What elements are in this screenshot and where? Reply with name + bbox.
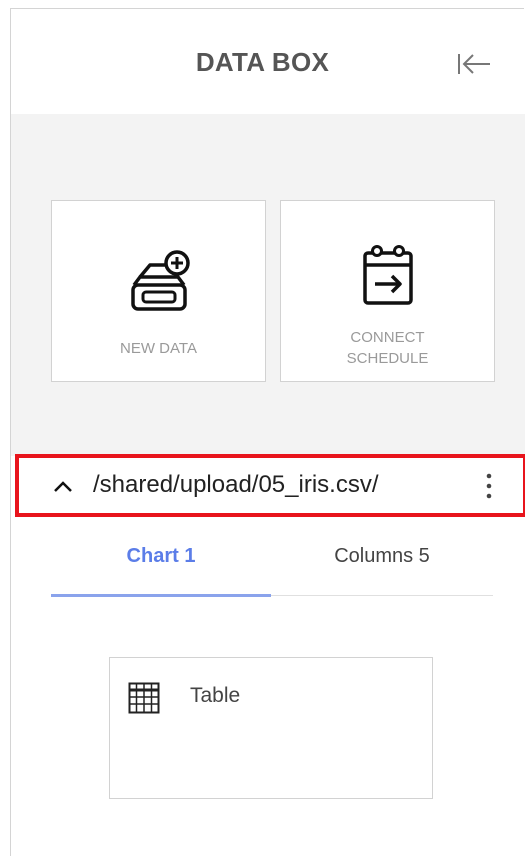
kebab-menu-icon[interactable]: [479, 470, 499, 502]
connect-schedule-button[interactable]: CONNECT SCHEDULE: [280, 200, 495, 382]
panel-header: DATA BOX: [11, 9, 525, 114]
data-box-panel: DATA BOX NEW DATA CONNECT SCHEDULE /shar…: [10, 8, 525, 856]
chart-item-table[interactable]: Table: [109, 657, 433, 799]
panel-title: DATA BOX: [195, 47, 330, 77]
dataset-path-row[interactable]: /shared/upload/05_iris.csv/: [15, 454, 525, 517]
collapse-left-icon[interactable]: [454, 49, 494, 79]
connect-schedule-label: CONNECT SCHEDULE: [281, 327, 494, 369]
new-data-label: NEW DATA: [120, 340, 197, 357]
active-tab-indicator: [51, 594, 271, 597]
dataset-tabs: Chart 1 Columns 5: [51, 529, 493, 597]
chart-item-label: Table: [190, 684, 241, 707]
table-grid-icon: [128, 682, 160, 714]
new-data-button[interactable]: NEW DATA: [51, 200, 266, 382]
add-database-icon: [52, 249, 265, 315]
tab-chart[interactable]: Chart 1: [51, 529, 271, 595]
connect-label-line2: SCHEDULE: [346, 350, 429, 367]
calendar-arrow-icon: [281, 241, 494, 307]
connect-label-line1: CONNECT: [350, 329, 425, 346]
tab-columns[interactable]: Columns 5: [272, 529, 492, 595]
quick-actions-area: NEW DATA CONNECT SCHEDULE: [11, 114, 525, 456]
chevron-up-icon[interactable]: [51, 474, 75, 498]
dataset-path: /shared/upload/05_iris.csv/: [93, 471, 379, 498]
